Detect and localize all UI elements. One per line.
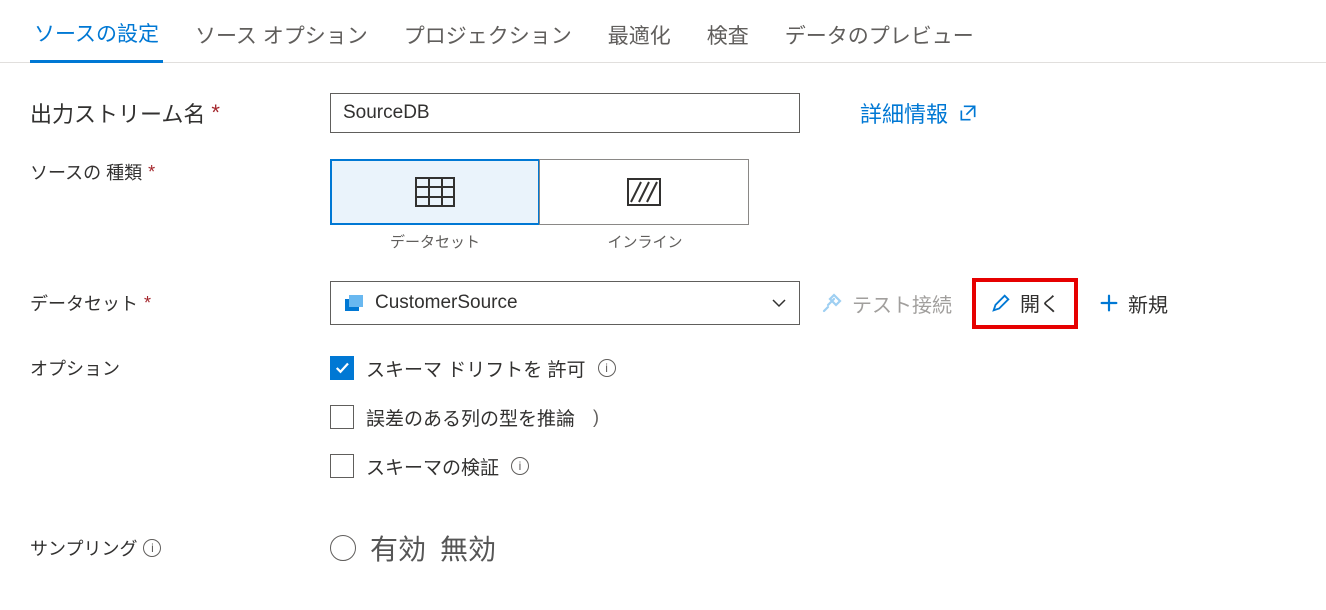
form-area: 出力ストリーム名 * 詳細情報 ソースの 種類 * [0,63,1326,568]
inline-icon [627,178,661,206]
source-type-dataset[interactable] [330,159,540,225]
test-connection-text: テスト接続 [852,289,952,318]
required-mark: * [211,100,220,126]
open-highlight: 開く [972,278,1078,329]
type-label-dataset: データセット [330,231,540,252]
allow-schema-drift-checkbox[interactable] [330,356,354,380]
learn-more-link[interactable]: 詳細情報 [860,97,978,129]
dataset-icon [343,293,365,313]
sampling-enable-label: 有効 [370,528,426,568]
type-label-inline: インライン [540,231,750,252]
info-icon[interactable]: i [598,359,616,377]
info-icon[interactable]: ) [587,408,605,426]
learn-more-text: 詳細情報 [860,97,948,129]
info-icon[interactable]: i [143,539,161,557]
tab-projection[interactable]: プロジェクション [400,14,576,62]
tab-optimize[interactable]: 最適化 [604,14,675,62]
source-type-group [330,159,750,225]
label-source-type-text: ソースの 種類 [30,159,142,185]
open-button[interactable]: 開く [990,288,1060,317]
source-type-labels: データセット インライン [330,231,750,252]
validate-schema-checkbox[interactable] [330,454,354,478]
dataset-dropdown[interactable]: CustomerSource [330,281,800,325]
infer-drifted-types-checkbox[interactable] [330,405,354,429]
new-text: 新規 [1128,289,1168,318]
dataset-value: CustomerSource [375,292,518,314]
open-text: 開く [1020,288,1060,317]
validate-schema-label: スキーマの検証 [366,453,499,480]
output-stream-input[interactable] [330,93,800,133]
tab-data-preview[interactable]: データのプレビュー [781,14,978,62]
sampling-disable-label: 無効 [440,528,496,568]
table-icon [415,177,455,207]
tab-source-settings[interactable]: ソースの設定 [30,12,163,63]
label-source-type: ソースの 種類 * [30,159,330,185]
label-dataset: データセット * [30,290,330,316]
label-output-stream: 出力ストリーム名 * [30,97,330,129]
tab-source-options[interactable]: ソース オプション [191,14,372,62]
allow-schema-drift-label: スキーマ ドリフトを 許可 [366,355,586,382]
plus-icon [1098,292,1120,314]
required-mark: * [148,162,155,183]
infer-drifted-types-label: 誤差のある列の型を推論 [366,404,575,431]
external-link-icon [958,103,978,123]
label-output-stream-text: 出力ストリーム名 [30,97,205,129]
label-dataset-text: データセット [30,290,138,316]
label-sampling-text: サンプリング [30,535,137,561]
source-type-inline[interactable] [539,159,749,225]
label-options-text: オプション [30,355,120,381]
sampling-enable-radio[interactable] [330,535,356,561]
new-button[interactable]: 新規 [1098,289,1168,318]
info-icon[interactable]: i [511,457,529,475]
label-options: オプション [30,355,330,381]
pencil-icon [990,292,1012,314]
required-mark: * [144,293,151,314]
tab-inspect[interactable]: 検査 [703,14,753,62]
test-connection-button[interactable]: テスト接続 [820,289,952,318]
label-sampling: サンプリング i [30,535,330,561]
plug-icon [820,291,844,315]
tabs-bar: ソースの設定 ソース オプション プロジェクション 最適化 検査 データのプレビ… [0,0,1326,63]
chevron-down-icon [771,295,787,311]
